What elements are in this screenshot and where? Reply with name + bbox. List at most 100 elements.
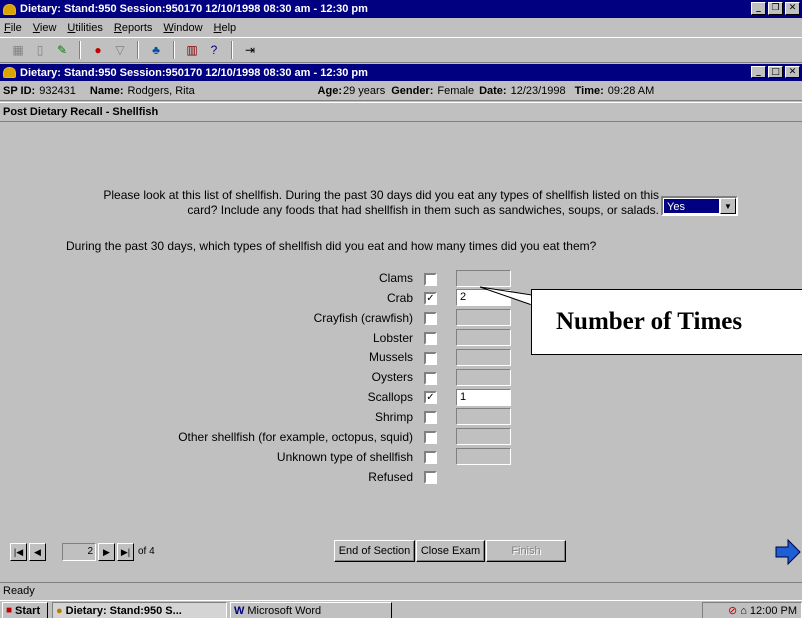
navigation-bar: |◀ ◀ 2 ▶ ▶| of 4 End of Section Close Ex… [0,537,802,567]
apple-icon[interactable]: ● [88,41,108,59]
menu-file[interactable]: File [4,22,22,34]
paint-icon[interactable]: ✎ [52,41,72,59]
checkbox-crayfish[interactable] [424,312,437,325]
count-field-oysters[interactable] [456,369,511,386]
count-field-unknown-shellfish[interactable] [456,448,511,465]
toolbar-separator [137,41,139,59]
child-minimize-button[interactable]: _ [751,66,766,78]
shellfish-yes-no-select[interactable]: Yes ▼ [661,196,738,216]
question-1-line-1: Please look at this list of shellfish. D… [103,188,659,202]
checkbox-mussels[interactable] [424,352,437,365]
child-title-bar[interactable]: Dietary: Stand:950 Session:950170 12/10/… [0,64,802,81]
page-number-field[interactable]: 2 [62,543,96,561]
users-icon[interactable]: ♣ [146,41,166,59]
next-page-button[interactable]: ▶ [98,543,115,561]
checkbox-scallops[interactable]: ✓ [424,391,437,404]
close-button[interactable]: ✕ [785,2,800,15]
checkbox-oysters[interactable] [424,372,437,385]
sp-id-label: SP ID: [3,84,36,97]
count-field-shrimp[interactable] [456,408,511,425]
checkbox-refused[interactable] [424,471,437,484]
end-of-section-button[interactable]: End of Section [334,540,415,562]
app-window-controls: _ ❐ ✕ [751,2,800,15]
close-exam-button[interactable]: Close Exam [416,540,485,562]
dietary-app-icon: ● [56,604,63,617]
open-icon[interactable]: ▦ [8,41,28,59]
time-value: 09:28 AM [607,84,655,97]
checkbox-lobster[interactable] [424,332,437,345]
system-tray: ⊘ ⌂ 12:00 PM [702,602,802,618]
date-value: 12/23/1998 [510,84,566,97]
question-1-line-2: card? Include any foods that had shellfi… [187,203,659,217]
taskbar: ■ Start ● Dietary: Stand:950 S... W Micr… [0,600,802,618]
number-of-times-callout: Number of Times [531,289,802,355]
child-title: Dietary: Stand:950 Session:950170 12/10/… [20,66,368,79]
participant-info-bar: SP ID: 932431 Name: Rodgers, Rita Age: 2… [0,81,802,101]
last-page-button[interactable]: ▶| [117,543,134,561]
windows-logo-icon: ■ [6,605,13,616]
previous-page-button[interactable]: ◀ [29,543,46,561]
menu-view[interactable]: View [33,22,57,34]
word-icon: W [234,604,245,617]
clock-icon[interactable]: ⊘ [728,604,737,617]
toolbar-separator [231,41,233,59]
menu-bar: File View Utilities Reports Window Help [0,18,802,37]
gender-value: Female [437,84,475,97]
first-page-button[interactable]: |◀ [10,543,27,561]
time-label: Time: [574,84,604,97]
taskbar-dietary[interactable]: ● Dietary: Stand:950 S... [52,602,227,618]
item-label-scallops: Scallops [367,390,413,404]
document-icon[interactable]: ▯ [30,41,50,59]
section-title: Post Dietary Recall - Shellfish [0,102,802,122]
taskbar-dietary-label: Dietary: Stand:950 S... [65,604,182,617]
start-label: Start [15,604,41,617]
item-label-shrimp: Shrimp [374,410,413,424]
checkbox-unknown-shellfish[interactable] [424,451,437,464]
chart-icon[interactable]: ▥ [182,41,202,59]
filter-icon[interactable]: ▽ [110,41,130,59]
start-button[interactable]: ■ Start [2,602,48,618]
checkbox-other-shellfish[interactable] [424,431,437,444]
help-icon[interactable]: ? [204,41,224,59]
taskbar-word[interactable]: W Microsoft Word [230,602,392,618]
item-label-refused: Refused [368,470,413,484]
question-1: Please look at this list of shellfish. D… [34,188,659,218]
count-field-lobster[interactable] [456,329,511,346]
question-2: During the past 30 days, which types of … [66,239,597,253]
next-section-arrow-icon[interactable] [774,538,802,566]
age-value: 29 years [343,84,386,97]
count-field-scallops[interactable]: 1 [456,389,511,406]
network-icon[interactable]: ⌂ [740,605,747,617]
date-label: Date: [479,84,507,97]
app-icon [3,3,16,15]
taskbar-word-label: Microsoft Word [247,604,322,617]
restore-button[interactable]: ❐ [768,2,783,15]
toolbar: ▦ ▯ ✎ ● ▽ ♣ ▥ ? ⇥ [0,37,802,63]
child-maximize-button[interactable]: □ [768,66,783,78]
child-close-button[interactable]: ✕ [785,66,800,78]
status-bar: Ready [0,582,802,600]
count-field-mussels[interactable] [456,349,511,366]
exit-icon[interactable]: ⇥ [240,41,260,59]
count-field-other-shellfish[interactable] [456,428,511,445]
child-app-icon [3,67,16,78]
minimize-button[interactable]: _ [751,2,766,15]
checkbox-shrimp[interactable] [424,411,437,424]
menu-window[interactable]: Window [163,22,202,34]
checkbox-crab[interactable]: ✓ [424,292,437,305]
item-label-crab: Crab [386,291,413,305]
toolbar-separator [173,41,175,59]
item-label-mussels: Mussels [368,350,413,364]
item-label-unknown-shellfish: Unknown type of shellfish [276,450,413,464]
app-title-bar[interactable]: Dietary: Stand:950 Session:950170 12/10/… [0,0,802,18]
chevron-down-icon[interactable]: ▼ [720,198,736,214]
name-label: Name: [89,84,124,97]
menu-help[interactable]: Help [214,22,237,34]
item-label-other-shellfish: Other shellfish (for example, octopus, s… [178,430,413,444]
item-label-crayfish: Crayfish (crawfish) [313,311,413,325]
name-value: Rodgers, Rita [127,84,195,97]
menu-reports[interactable]: Reports [114,22,153,34]
finish-button[interactable]: Finish [486,540,566,562]
menu-utilities[interactable]: Utilities [67,22,102,34]
checkbox-clams[interactable] [424,273,437,286]
